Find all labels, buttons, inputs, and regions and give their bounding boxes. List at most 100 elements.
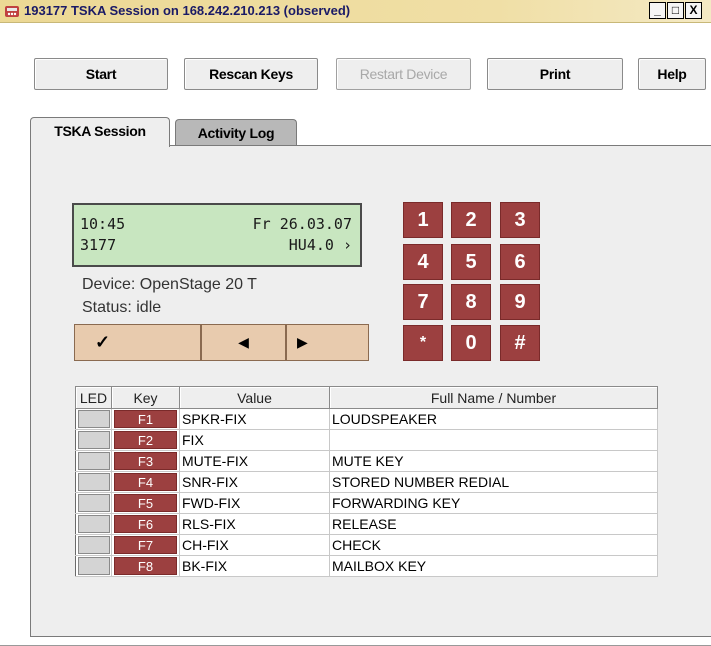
function-key-f8[interactable]: F8 (114, 557, 177, 575)
full-name-cell[interactable]: MAILBOX KEY (329, 555, 658, 577)
keypad-key-1[interactable]: 1 (403, 202, 443, 238)
display-line-2: 3177 HU4.0 › (80, 236, 352, 256)
keypad-key-3[interactable]: 3 (500, 202, 540, 238)
led-indicator (78, 494, 110, 512)
table-row[interactable]: F1 SPKR-FIX LOUDSPEAKER (75, 408, 658, 430)
keypad-key-star[interactable]: * (403, 325, 443, 361)
full-name-cell[interactable]: LOUDSPEAKER (329, 408, 658, 430)
nav-right-button[interactable]: ▶ (286, 324, 369, 361)
column-header-led[interactable]: LED (75, 386, 112, 409)
led-indicator (78, 431, 110, 449)
column-header-full-name[interactable]: Full Name / Number (329, 386, 658, 409)
led-indicator (78, 557, 110, 575)
led-indicator (78, 452, 110, 470)
led-cell (75, 450, 112, 472)
keypad-key-5[interactable]: 5 (451, 244, 491, 280)
minimize-button[interactable]: _ (649, 2, 666, 19)
key-cell: F7 (111, 534, 180, 556)
print-button[interactable]: Print (487, 58, 623, 90)
keypad-key-2[interactable]: 2 (451, 202, 491, 238)
display-version: HU4.0 › (288, 236, 352, 254)
led-indicator (78, 410, 110, 428)
restart-device-button[interactable]: Restart Device (336, 58, 471, 90)
ok-check-button[interactable]: ✓ (74, 324, 201, 361)
table-header-row: LED Key Value Full Name / Number (75, 386, 658, 409)
led-cell (75, 555, 112, 577)
full-name-cell[interactable]: FORWARDING KEY (329, 492, 658, 514)
function-key-f2[interactable]: F2 (114, 431, 177, 449)
function-key-f5[interactable]: F5 (114, 494, 177, 512)
phone-app-icon (5, 6, 19, 17)
keypad-key-6[interactable]: 6 (500, 244, 540, 280)
value-cell[interactable]: FWD-FIX (179, 492, 330, 514)
keypad-key-9[interactable]: 9 (500, 284, 540, 320)
maximize-button[interactable]: □ (667, 2, 684, 19)
display-date: Fr 26.03.07 (252, 215, 352, 233)
key-cell: F1 (111, 408, 180, 430)
tab-tska-session[interactable]: TSKA Session (30, 117, 170, 147)
window-title: 193177 TSKA Session on 168.242.210.213 (… (24, 3, 351, 18)
key-cell: F5 (111, 492, 180, 514)
table-row[interactable]: F8 BK-FIX MAILBOX KEY (75, 555, 658, 577)
status-label: Status: idle (82, 299, 162, 316)
table-row[interactable]: F5 FWD-FIX FORWARDING KEY (75, 492, 658, 514)
key-cell: F2 (111, 429, 180, 451)
key-cell: F8 (111, 555, 180, 577)
keypad-key-8[interactable]: 8 (451, 284, 491, 320)
column-header-value[interactable]: Value (179, 386, 330, 409)
value-cell[interactable]: MUTE-FIX (179, 450, 330, 472)
led-indicator (78, 473, 110, 491)
led-cell (75, 492, 112, 514)
help-button[interactable]: Help (638, 58, 706, 90)
function-key-f7[interactable]: F7 (114, 536, 177, 554)
keypad-key-hash[interactable]: # (500, 325, 540, 361)
led-cell (75, 429, 112, 451)
toolbar: Start Rescan Keys Restart Device Print H… (0, 58, 711, 92)
value-cell[interactable]: BK-FIX (179, 555, 330, 577)
value-cell[interactable]: SNR-FIX (179, 471, 330, 493)
value-cell[interactable]: RLS-FIX (179, 513, 330, 535)
value-cell[interactable]: SPKR-FIX (179, 408, 330, 430)
full-name-cell[interactable]: STORED NUMBER REDIAL (329, 471, 658, 493)
tab-activity-log[interactable]: Activity Log (175, 119, 297, 145)
table-row[interactable]: F4 SNR-FIX STORED NUMBER REDIAL (75, 471, 658, 493)
title-bar[interactable]: 193177 TSKA Session on 168.242.210.213 (… (0, 0, 711, 23)
full-name-cell[interactable]: RELEASE (329, 513, 658, 535)
full-name-cell[interactable] (329, 429, 658, 451)
keypad-key-7[interactable]: 7 (403, 284, 443, 320)
function-key-f1[interactable]: F1 (114, 410, 177, 428)
rescan-keys-button[interactable]: Rescan Keys (184, 58, 318, 90)
led-cell (75, 408, 112, 430)
value-cell[interactable]: FIX (179, 429, 330, 451)
key-cell: F3 (111, 450, 180, 472)
key-cell: F4 (111, 471, 180, 493)
start-button[interactable]: Start (34, 58, 168, 90)
nav-left-button[interactable]: ◀ (201, 324, 286, 361)
table-row[interactable]: F6 RLS-FIX RELEASE (75, 513, 658, 535)
key-assignment-table: LED Key Value Full Name / Number F1 SPKR… (75, 386, 658, 577)
led-indicator (78, 536, 110, 554)
led-cell (75, 534, 112, 556)
function-key-f6[interactable]: F6 (114, 515, 177, 533)
close-button[interactable]: X (685, 2, 702, 19)
table-row[interactable]: F2 FIX (75, 429, 658, 451)
function-key-f3[interactable]: F3 (114, 452, 177, 470)
display-time: 10:45 (80, 215, 126, 233)
device-label: Device: OpenStage 20 T (82, 276, 257, 293)
display-extension: 3177 (80, 236, 117, 254)
led-cell (75, 471, 112, 493)
value-cell[interactable]: CH-FIX (179, 534, 330, 556)
table-row[interactable]: F7 CH-FIX CHECK (75, 534, 658, 556)
led-cell (75, 513, 112, 535)
keypad-key-4[interactable]: 4 (403, 244, 443, 280)
display-line-1: 10:45 Fr 26.03.07 (80, 215, 352, 235)
key-cell: F6 (111, 513, 180, 535)
keypad-key-0[interactable]: 0 (451, 325, 491, 361)
tska-session-window: 193177 TSKA Session on 168.242.210.213 (… (0, 0, 711, 646)
column-header-key[interactable]: Key (111, 386, 180, 409)
full-name-cell[interactable]: MUTE KEY (329, 450, 658, 472)
function-key-f4[interactable]: F4 (114, 473, 177, 491)
table-row[interactable]: F3 MUTE-FIX MUTE KEY (75, 450, 658, 472)
full-name-cell[interactable]: CHECK (329, 534, 658, 556)
phone-display: 10:45 Fr 26.03.07 3177 HU4.0 › (72, 203, 362, 267)
